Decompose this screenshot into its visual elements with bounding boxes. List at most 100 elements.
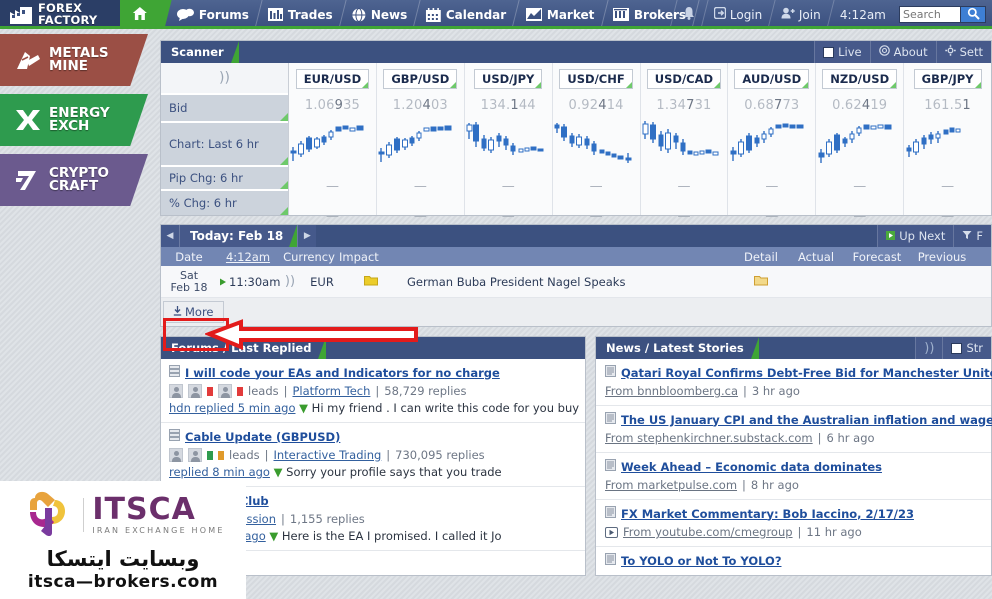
forums-title-tab[interactable]: Forums / Last Replied xyxy=(161,337,327,359)
video-play-icon[interactable] xyxy=(605,526,618,538)
scanner-pair-column[interactable]: GBP/USD 1.20403 — — xyxy=(376,63,465,224)
login-label: Login xyxy=(729,7,763,22)
calendar-prev-day-button[interactable]: ◀ xyxy=(161,225,180,247)
search-input[interactable] xyxy=(899,6,961,23)
thread-category[interactable]: Platform Tech xyxy=(292,384,370,398)
scanner-label-pctchg[interactable]: % Chg: 6 hr xyxy=(161,191,288,215)
scanner-label-chart[interactable]: Chart: Last 6 hr xyxy=(161,123,288,167)
sidebar-item-energy-exch[interactable]: ENERGY EXCH xyxy=(0,94,148,146)
nav-item-trades[interactable]: Trades xyxy=(255,0,347,26)
more-label: More xyxy=(185,305,214,319)
scanner-live-toggle[interactable]: Live xyxy=(814,41,870,63)
scanner-pair-column[interactable]: USD/CAD 1.34731 — — xyxy=(640,63,729,224)
nav-item-news[interactable]: News xyxy=(339,0,421,26)
event-impact xyxy=(343,275,399,289)
chevron-down-icon[interactable]: ▼ xyxy=(299,401,308,415)
col-header-time[interactable]: 4:12am xyxy=(217,250,279,264)
forum-thread-title[interactable]: Cable Update (GBPUSD) xyxy=(169,429,577,444)
news-age: 3 hr ago xyxy=(751,384,800,398)
thread-last-reply[interactable]: hdn replied 5 min ago xyxy=(169,401,296,415)
sparkline-chart[interactable] xyxy=(728,117,816,167)
news-story-title[interactable]: The US January CPI and the Australian in… xyxy=(605,412,992,427)
scanner-label-pipchg[interactable]: Pip Chg: 6 hr xyxy=(161,167,288,191)
avatar xyxy=(169,448,183,462)
checkbox-icon[interactable] xyxy=(823,46,835,58)
scanner-pair-column[interactable]: USD/JPY 134.144 — — xyxy=(464,63,553,224)
sparkline-chart[interactable] xyxy=(904,117,992,167)
sparkline-chart[interactable] xyxy=(464,117,552,167)
news-story-item[interactable]: Week Ahead – Economic data dominates Fro… xyxy=(596,453,991,500)
news-stream-toggle[interactable]: Str xyxy=(942,337,991,359)
sparkline-chart[interactable] xyxy=(816,117,904,167)
nav-item-forums[interactable]: Forums xyxy=(164,0,263,26)
news-story-item[interactable]: FX Market Commentary: Bob Iaccino, 2/17/… xyxy=(596,500,991,547)
scanner-label-bid[interactable]: Bid xyxy=(161,95,288,123)
pair-tag[interactable]: USD/CHF xyxy=(559,69,633,89)
scanner-title-tab[interactable]: Scanner xyxy=(161,41,239,63)
scanner-settings-button[interactable]: Sett xyxy=(935,41,991,63)
calendar-up-next-button[interactable]: Up Next xyxy=(877,225,954,247)
sparkline-chart[interactable] xyxy=(376,117,464,167)
watermark-url: itsca—brokers.com xyxy=(27,572,219,592)
clock-time[interactable]: 4:12am xyxy=(826,0,899,26)
calendar-filter-button[interactable]: F xyxy=(953,225,991,247)
pair-tag[interactable]: AUD/USD xyxy=(734,69,810,89)
news-story-item[interactable]: Qatari Royal Confirms Debt-Free Bid for … xyxy=(596,359,992,406)
pair-tag[interactable]: GBP/JPY xyxy=(913,69,982,89)
scanner-pair-column[interactable]: EUR/USD 1.06935 — — xyxy=(288,63,377,224)
sidebar-item-metals-mine[interactable]: METALS MINE xyxy=(0,34,148,86)
nav-item-market[interactable]: Market xyxy=(512,0,608,26)
calendar-next-day-button[interactable]: ▶ xyxy=(297,225,317,247)
thread-last-reply[interactable]: replied 8 min ago xyxy=(169,465,270,479)
chevron-down-icon[interactable]: ▼ xyxy=(269,529,278,543)
sparkline-chart[interactable] xyxy=(552,117,640,167)
news-source[interactable]: From stephenkirchner.substack.com xyxy=(605,431,813,445)
calendar-event-row[interactable]: Sat Feb 18 11:30am )) EUR German Buba Pr… xyxy=(161,266,991,298)
col-header-impact: Impact xyxy=(339,249,379,264)
scanner-pair-column[interactable]: AUD/USD 0.68773 — — xyxy=(728,63,817,224)
news-story-title[interactable]: Qatari Royal Confirms Debt-Free Bid for … xyxy=(605,365,992,380)
news-source[interactable]: From bnnbloomberg.ca xyxy=(605,384,738,398)
sparkline-chart[interactable] xyxy=(288,117,376,167)
news-source[interactable]: From youtube.com/cmegroup xyxy=(623,525,793,539)
forum-thread-item[interactable]: I will code your EAs and Indicators for … xyxy=(161,359,585,423)
news-story-item[interactable]: The US January CPI and the Australian in… xyxy=(596,406,992,453)
scanner-sound-toggle[interactable]: )) xyxy=(161,63,288,95)
event-sound-icon[interactable]: )) xyxy=(279,274,301,289)
forum-thread-item[interactable]: Cable Update (GBPUSD) leads | Interactiv… xyxy=(161,423,585,487)
news-source[interactable]: From marketpulse.com xyxy=(605,478,737,492)
chevron-down-icon[interactable]: ▼ xyxy=(274,465,283,479)
pair-label: NZD/USD xyxy=(830,72,890,86)
scanner-pair-column[interactable]: USD/CHF 0.92414 — — xyxy=(552,63,641,224)
sidebar-item-crypto-craft[interactable]: CRYPTO CRAFT xyxy=(0,154,148,206)
event-detail-toggle[interactable] xyxy=(735,275,787,289)
login-button[interactable]: Login xyxy=(700,0,775,26)
pair-tag[interactable]: NZD/USD xyxy=(822,69,898,89)
forum-thread-title[interactable]: I will code your EAs and Indicators for … xyxy=(169,365,577,380)
nav-item-calendar[interactable]: Calendar xyxy=(413,0,521,26)
join-button[interactable]: Join xyxy=(767,0,834,26)
thread-category[interactable]: Interactive Trading xyxy=(273,448,381,462)
watermark-brand-text: ITSCA IRAN EXCHANGE HOME xyxy=(92,494,224,535)
scanner-pair-column[interactable]: NZD/USD 0.62419 — — xyxy=(816,63,905,224)
news-story-item[interactable]: To YOLO or Not To YOLO? xyxy=(596,547,991,575)
news-story-title[interactable]: FX Market Commentary: Bob Iaccino, 2/17/… xyxy=(605,506,983,521)
site-logo[interactable]: FOREX FACTORY xyxy=(0,0,120,26)
chevron-right-icon: ▶ xyxy=(303,231,311,241)
calendar-today-label-tab[interactable]: Today: Feb 18 xyxy=(180,225,298,247)
news-story-title[interactable]: To YOLO or Not To YOLO? xyxy=(605,553,983,568)
pair-tag[interactable]: GBP/USD xyxy=(383,69,458,89)
news-story-title[interactable]: Week Ahead – Economic data dominates xyxy=(605,459,983,474)
pair-tag[interactable]: EUR/USD xyxy=(295,69,370,89)
pair-tag[interactable]: USD/JPY xyxy=(473,69,543,89)
checkbox-icon[interactable] xyxy=(951,342,963,354)
search-button[interactable] xyxy=(961,6,986,23)
news-title-tab[interactable]: News / Latest Stories xyxy=(596,337,759,359)
calendar-more-button[interactable]: More xyxy=(163,301,224,323)
scanner-about-button[interactable]: About xyxy=(869,41,936,63)
scanner-pair-column[interactable]: GBP/JPY 161.51 — — xyxy=(904,63,992,224)
pair-tag[interactable]: USD/CAD xyxy=(646,69,722,89)
sparkline-chart[interactable] xyxy=(640,117,728,167)
news-sound-toggle[interactable]: )) xyxy=(915,337,943,359)
event-time: 11:30am xyxy=(217,275,280,289)
